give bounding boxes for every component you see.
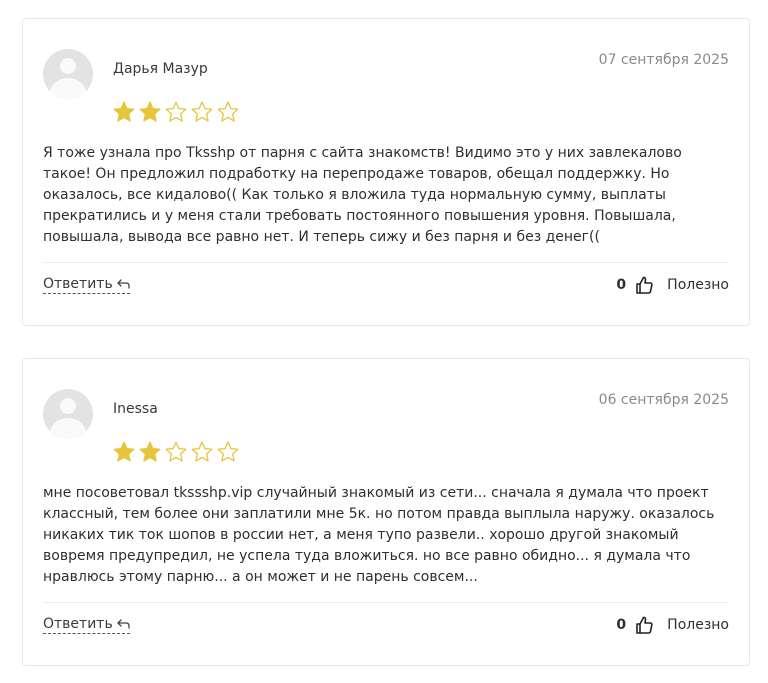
helpful-section: 0 Полезно [616, 616, 729, 634]
helpful-section: 0 Полезно [616, 276, 729, 294]
helpful-count: 0 [616, 617, 627, 633]
reply-label: Ответить [43, 276, 113, 292]
reviews-list: Дарья Мазур 07 сентября 2025 Я тоже узна… [0, 0, 768, 683]
star-filled-icon [113, 101, 135, 122]
review-author: Inessa [113, 401, 158, 417]
avatar [43, 49, 93, 99]
rating-stars [112, 440, 240, 464]
star-outline-icon [165, 101, 187, 122]
star-outline-icon [217, 101, 239, 122]
thumbs-up-icon[interactable] [636, 276, 653, 294]
review-text: Я тоже узнала про Tksshp от парня с сайт… [43, 145, 682, 245]
thumbs-up-icon[interactable] [636, 616, 653, 634]
star-outline-icon [217, 441, 239, 462]
star-outline-icon [191, 441, 213, 462]
star-filled-icon [139, 441, 161, 462]
reply-label: Ответить [43, 616, 113, 632]
divider [43, 262, 729, 263]
avatar [43, 389, 93, 439]
star-outline-icon [165, 441, 187, 462]
helpful-button[interactable]: Полезно [667, 277, 729, 293]
review-card: Дарья Мазур 07 сентября 2025 Я тоже узна… [22, 18, 750, 326]
star-filled-icon [113, 441, 135, 462]
reply-arrow-icon [117, 279, 130, 289]
review-date: 07 сентября 2025 [598, 52, 729, 68]
divider [43, 602, 729, 603]
reply-arrow-icon [117, 619, 130, 629]
review-card: Inessa 06 сентября 2025 мне посоветовал … [22, 358, 750, 666]
star-outline-icon [191, 101, 213, 122]
helpful-button[interactable]: Полезно [667, 617, 729, 633]
review-author: Дарья Мазур [113, 61, 208, 77]
rating-stars [112, 100, 240, 124]
review-text: мне посоветовал tkssshp.vip случайный зн… [43, 485, 715, 585]
review-date: 06 сентября 2025 [598, 392, 729, 408]
reply-button[interactable]: Ответить [43, 276, 130, 294]
helpful-count: 0 [616, 277, 627, 293]
star-filled-icon [139, 101, 161, 122]
reply-button[interactable]: Ответить [43, 616, 130, 634]
